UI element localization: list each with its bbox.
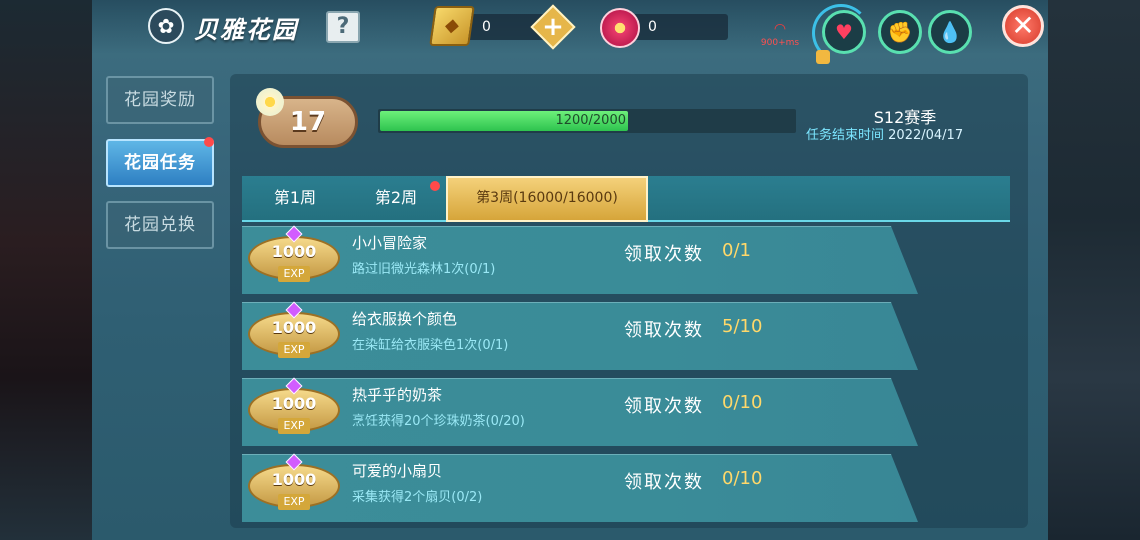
claim-count-label: 领取次数 bbox=[624, 244, 704, 265]
reward-amount: 1000 bbox=[271, 242, 317, 261]
arm-strength-icon[interactable]: ✊ bbox=[878, 10, 922, 54]
exp-reward-badge: 1000 EXP bbox=[248, 453, 340, 518]
ping-label: 900+ms bbox=[760, 38, 800, 48]
task-row[interactable] bbox=[242, 378, 918, 446]
tab-week-2[interactable]: 第2周 bbox=[350, 176, 442, 222]
exp-reward-badge: 1000 EXP bbox=[248, 377, 340, 442]
claim-count-label: 领取次数 bbox=[624, 396, 704, 417]
network-signal: ◠ 900+ms bbox=[760, 22, 800, 50]
claim-count-value: 0/1 bbox=[722, 240, 751, 261]
notification-dot bbox=[204, 137, 214, 147]
claim-count-value: 5/10 bbox=[722, 316, 763, 337]
season-progress-text: 1200/2000 bbox=[555, 113, 626, 128]
task-row[interactable] bbox=[242, 302, 918, 370]
task-name: 热乎乎的奶茶 bbox=[352, 386, 443, 404]
exp-reward-badge: 1000 EXP bbox=[248, 225, 340, 290]
claim-count-label: 领取次数 bbox=[624, 320, 704, 341]
reward-amount: 1000 bbox=[271, 394, 317, 413]
task-description: 采集获得2个扇贝(0/2) bbox=[352, 490, 483, 505]
gold-ticket-icon: ◆ bbox=[429, 6, 475, 46]
claim-count-value: 0/10 bbox=[722, 468, 763, 489]
exp-reward-badge: 1000 EXP bbox=[248, 301, 340, 366]
close-button[interactable]: ✕ bbox=[1002, 5, 1044, 47]
season-end-label: 任务结束时间 bbox=[806, 128, 885, 143]
sidebar-item-garden-rewards[interactable]: 花园奖励 bbox=[106, 76, 214, 124]
exp-label: EXP bbox=[278, 418, 310, 434]
task-description: 烹饪获得20个珍珠奶茶(0/20) bbox=[352, 414, 525, 429]
task-name: 可爱的小扇贝 bbox=[352, 462, 443, 480]
tab-week-3[interactable]: 第3周(16000/16000) bbox=[446, 176, 648, 222]
background-scene-left bbox=[0, 0, 92, 540]
background-scene-right bbox=[1048, 0, 1140, 540]
wifi-icon: ◠ bbox=[773, 21, 787, 37]
week-2-notification-dot bbox=[430, 181, 440, 191]
sidebar-item-garden-exchange[interactable]: 花园兑换 bbox=[106, 201, 214, 249]
task-name: 给衣服换个颜色 bbox=[352, 310, 458, 328]
plus-icon[interactable]: + bbox=[537, 11, 569, 43]
flower-coin-icon bbox=[600, 8, 640, 48]
flower-icon: ✿ bbox=[148, 8, 184, 44]
help-button[interactable]: ? bbox=[326, 11, 360, 43]
season-title: S12赛季 bbox=[873, 108, 937, 127]
exp-label: EXP bbox=[278, 494, 310, 510]
exp-label: EXP bbox=[278, 266, 310, 282]
task-row[interactable] bbox=[242, 454, 918, 522]
tab-week-1[interactable]: 第1周 bbox=[250, 176, 340, 222]
task-description: 路过旧微光森林1次(0/1) bbox=[352, 262, 496, 277]
water-drop-icon[interactable]: 💧 bbox=[928, 10, 972, 54]
exp-label: EXP bbox=[278, 342, 310, 358]
season-end-time: 任务结束时间 2022/04/17 bbox=[806, 128, 1016, 144]
heart-icon[interactable]: ♥ bbox=[822, 10, 866, 54]
reward-amount: 1000 bbox=[271, 470, 317, 489]
task-description: 在染缸给衣服染色1次(0/1) bbox=[352, 338, 509, 353]
claim-count-label: 领取次数 bbox=[624, 472, 704, 493]
level-flower-icon bbox=[256, 88, 284, 116]
task-row[interactable] bbox=[242, 226, 918, 294]
claim-count-value: 0/10 bbox=[722, 392, 763, 413]
shield-icon bbox=[816, 50, 830, 64]
reward-amount: 1000 bbox=[271, 318, 317, 337]
sidebar-item-garden-tasks[interactable]: 花园任务 bbox=[106, 139, 214, 187]
task-name: 小小冒险家 bbox=[352, 234, 428, 252]
page-title: 贝雅花园 bbox=[194, 16, 298, 44]
season-end-date: 2022/04/17 bbox=[888, 128, 964, 143]
